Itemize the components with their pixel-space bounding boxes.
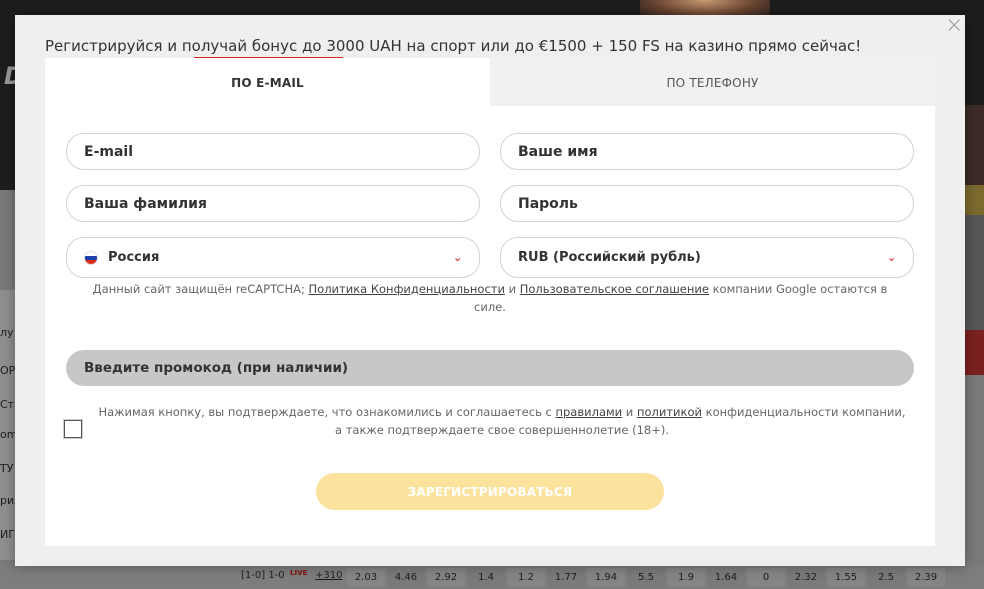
promo-code-label: Введите промокод (при наличии) xyxy=(84,360,349,376)
banner-block xyxy=(964,185,984,215)
sidebar-item: OPE xyxy=(0,364,16,377)
registration-form: ПО E-MAIL ПО ТЕЛЕФОНУ E-mail Ваше имя Ва… xyxy=(45,58,935,546)
email-placeholder: E-mail xyxy=(84,143,134,160)
live-badge: LIVE xyxy=(290,569,308,577)
currency-select[interactable]: RUB (Российский рубль) ⌄ xyxy=(500,237,914,278)
tab-phone[interactable]: ПО ТЕЛЕФОНУ xyxy=(490,58,935,106)
bonus-headline: Регистрируйся и получай бонус до 3000 UA… xyxy=(45,37,862,55)
close-icon[interactable]: × xyxy=(945,15,963,37)
odds-cell: 1.9 xyxy=(667,568,705,587)
email-input[interactable]: E-mail xyxy=(66,133,480,170)
last-name-input[interactable]: Ваша фамилия xyxy=(66,185,480,222)
terms-checkbox[interactable] xyxy=(64,420,82,438)
odds-row: [1-0] 1-0 LIVE +310 2.03 4.46 2.92 1.4 1… xyxy=(0,566,984,589)
odds-cell: 1.64 xyxy=(707,568,745,587)
currency-value: RUB (Российский рубль) xyxy=(518,250,701,265)
last-name-placeholder: Ваша фамилия xyxy=(84,195,207,212)
recaptcha-text: Данный сайт защищён reCAPTCHA; xyxy=(92,282,309,296)
odds-cell: 2.39 xyxy=(907,568,945,587)
odds-cell: 2.32 xyxy=(787,568,825,587)
promo-code-button[interactable]: Введите промокод (при наличии) xyxy=(66,350,914,386)
registration-modal: × Регистрируйся и получай бонус до 3000 … xyxy=(15,15,965,566)
odds-cell: 2.5 xyxy=(867,568,905,587)
chevron-down-icon: ⌄ xyxy=(887,251,897,264)
sidebar-item: om xyxy=(0,428,16,441)
banner-block xyxy=(964,105,984,185)
recaptcha-notice: Данный сайт защищён reCAPTCHA; Политика … xyxy=(85,280,895,316)
odds-cell: 1.94 xyxy=(587,568,625,587)
odds-cell: 2.92 xyxy=(427,568,465,587)
recaptcha-text: и xyxy=(504,282,520,296)
sidebar-menu: лу OPE Ста om ТУ рил ИГ xyxy=(0,290,16,560)
sidebar-item: Ста xyxy=(0,398,16,411)
privacy-policy-link[interactable]: Политика Конфиденциальности xyxy=(309,282,505,296)
russia-flag-icon xyxy=(84,250,98,265)
odds-cell: 4.46 xyxy=(387,568,425,587)
odds-cell: 5.5 xyxy=(627,568,665,587)
country-select[interactable]: Россия ⌄ xyxy=(66,237,480,278)
password-placeholder: Пароль xyxy=(518,195,578,212)
rules-link[interactable]: правилами xyxy=(555,405,622,419)
terms-text: и xyxy=(622,405,637,419)
register-button[interactable]: ЗАРЕГИСТРИРОВАТЬСЯ xyxy=(316,473,664,510)
odds-cell: 1.4 xyxy=(467,568,505,587)
sidebar-item: рил xyxy=(0,494,16,507)
user-agreement-link[interactable]: Пользовательское соглашение xyxy=(520,282,709,296)
first-name-placeholder: Ваше имя xyxy=(518,143,598,160)
first-name-input[interactable]: Ваше имя xyxy=(500,133,914,170)
sidebar-item: ИГ xyxy=(0,528,15,541)
more-markets-link: +310 xyxy=(315,570,343,581)
tab-email[interactable]: ПО E-MAIL xyxy=(45,58,490,106)
odds-cell: 0 xyxy=(747,568,785,587)
odds-cell: 2.03 xyxy=(347,568,385,587)
banner-block xyxy=(964,330,984,375)
sidebar-item: лу xyxy=(0,326,14,339)
privacy-link[interactable]: политикой xyxy=(637,405,702,419)
odds-cell: 1.2 xyxy=(507,568,545,587)
terms-notice: Нажимая кнопку, вы подтверждаете, что оз… xyxy=(97,403,907,439)
country-value: Россия xyxy=(108,250,160,265)
right-banner-strip xyxy=(964,105,984,375)
match-score: [1-0] 1-0 xyxy=(241,570,285,581)
sidebar-item: ТУ xyxy=(0,462,14,475)
chevron-down-icon: ⌄ xyxy=(453,251,463,264)
password-input[interactable]: Пароль xyxy=(500,185,914,222)
terms-text: Нажимая кнопку, вы подтверждаете, что оз… xyxy=(98,405,556,419)
odds-cell: 1.77 xyxy=(547,568,585,587)
odds-cell: 1.55 xyxy=(827,568,865,587)
